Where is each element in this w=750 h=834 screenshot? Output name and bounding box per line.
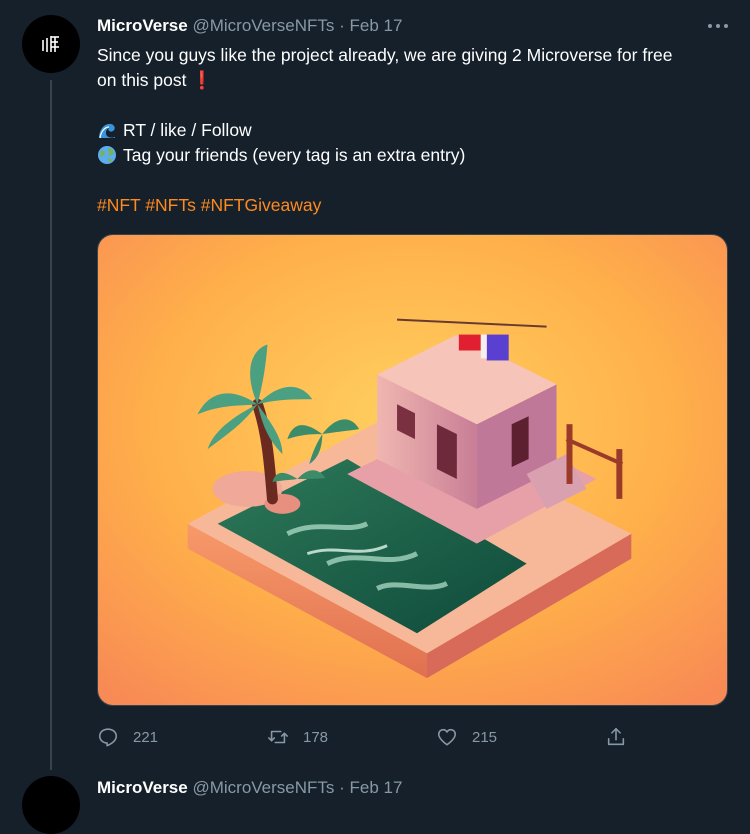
author-avatar[interactable] xyxy=(22,15,80,73)
tweet-text-line: Since you guys like the project already,… xyxy=(97,45,673,65)
share-button[interactable] xyxy=(605,722,641,752)
next-author-avatar[interactable] xyxy=(22,776,80,834)
more-options-button[interactable] xyxy=(703,14,733,38)
list-item-text: RT / like / Follow xyxy=(123,120,252,140)
thread-connector-line xyxy=(50,80,52,770)
retweet-count: 178 xyxy=(303,728,329,746)
exclamation-emoji: ❗ xyxy=(191,70,214,90)
globe-emoji-icon xyxy=(98,146,116,164)
tweet-body: Since you guys like the project already,… xyxy=(97,43,727,218)
reply-count: 221 xyxy=(133,728,159,746)
wave-emoji-icon xyxy=(99,123,115,139)
retweet-button[interactable]: 178 xyxy=(267,722,328,752)
hashtag-line: #NFT #NFTs #NFTGiveaway xyxy=(97,193,727,218)
next-author-name[interactable]: MicroVerse xyxy=(97,778,188,797)
like-count: 215 xyxy=(472,728,498,746)
list-item-text: Tag your friends (every tag is an extra … xyxy=(123,145,466,165)
tweet-media-image[interactable] xyxy=(97,234,728,706)
more-horizontal-icon xyxy=(708,24,728,28)
like-button[interactable]: 215 xyxy=(436,722,497,752)
tweet-text-fragment: on this post xyxy=(97,70,187,90)
next-tweet-header: MicroVerse @MicroVerseNFTs · Feb 17 xyxy=(97,778,402,798)
tweet-text-line: on this post ❗ xyxy=(97,68,727,93)
tweet-header: MicroVerse @MicroVerseNFTs · Feb 17 xyxy=(97,16,402,36)
island-illustration xyxy=(98,235,727,705)
hashtag-link[interactable]: #NFTs xyxy=(145,195,196,215)
reply-icon xyxy=(98,728,118,747)
heart-icon xyxy=(437,728,457,746)
reply-button[interactable]: 221 xyxy=(97,722,158,752)
share-icon xyxy=(607,727,625,746)
microverse-logo-icon xyxy=(42,36,59,52)
hashtag-link[interactable]: #NFTGiveaway xyxy=(201,195,322,215)
author-name[interactable]: MicroVerse xyxy=(97,16,188,35)
list-item: RT / like / Follow xyxy=(97,118,727,143)
list-item: Tag your friends (every tag is an extra … xyxy=(97,143,727,168)
next-handle-and-date[interactable]: @MicroVerseNFTs · Feb 17 xyxy=(192,778,402,797)
hashtag-link[interactable]: #NFT xyxy=(97,195,140,215)
handle-and-date[interactable]: @MicroVerseNFTs · Feb 17 xyxy=(192,16,402,35)
tweet-actions-bar: 221 178 215 xyxy=(97,722,732,752)
retweet-icon xyxy=(268,730,288,744)
